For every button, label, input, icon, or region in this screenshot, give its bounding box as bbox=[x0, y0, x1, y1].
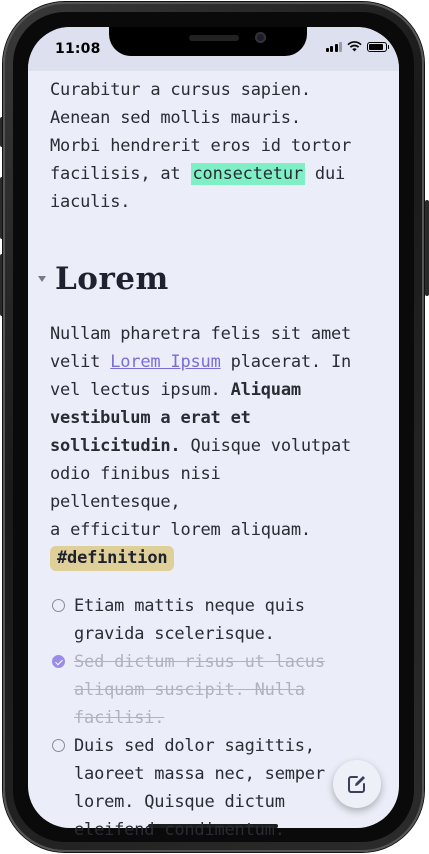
task-text: gravida scelerisque. bbox=[74, 624, 275, 644]
status-icons bbox=[325, 41, 389, 52]
intro-line: Morbi hendrerit eros id tortor bbox=[50, 136, 352, 156]
lorem-ipsum-link[interactable]: Lorem Ipsum bbox=[110, 352, 221, 372]
section-heading: Lorem bbox=[38, 258, 352, 300]
task-checkbox[interactable] bbox=[52, 739, 65, 752]
power-button bbox=[425, 200, 429, 296]
task-item: Duis sed dolor sagittis, laoreet massa n… bbox=[50, 732, 352, 844]
task-text: laoreet massa nec, semper bbox=[74, 764, 325, 784]
task-text-completed: aliquam suscipit. Nulla bbox=[74, 680, 305, 700]
heading-title: Lorem bbox=[55, 261, 169, 297]
body-paragraph: Nullam pharetra felis sit amet velit Lor… bbox=[50, 320, 352, 572]
task-text-completed: Sed dictum risus ut lacus bbox=[74, 652, 325, 672]
bold-text: sollicitudin. bbox=[50, 436, 181, 456]
collapse-triangle-icon[interactable] bbox=[38, 276, 46, 282]
intro-text: facilisis, at bbox=[50, 164, 191, 184]
task-text: Duis sed dolor sagittis, bbox=[74, 736, 315, 756]
intro-paragraph: Curabitur a cursus sapien. Aenean sed mo… bbox=[50, 76, 352, 216]
intro-text: iaculis. bbox=[50, 192, 131, 212]
front-camera bbox=[255, 32, 266, 43]
task-text: lorem. Quisque dictum bbox=[74, 792, 285, 812]
task-text-completed: facilisi. bbox=[74, 708, 165, 728]
body-line: odio finibus nisi pellentesque, bbox=[50, 464, 221, 512]
bold-text: vestibulum a erat et bbox=[50, 408, 251, 428]
bold-text: Aliquam bbox=[230, 380, 301, 400]
wifi-icon bbox=[347, 41, 362, 52]
task-text: Etiam mattis neque quis bbox=[74, 596, 305, 616]
body-line: a efficitur lorem aliquam. bbox=[50, 520, 311, 540]
body-text: Quisque volutpat bbox=[180, 436, 352, 456]
highlighted-text: consectetur bbox=[190, 163, 305, 185]
cellular-signal-icon bbox=[325, 41, 342, 52]
task-list: Etiam mattis neque quis gravida sceleris… bbox=[50, 592, 352, 844]
task-checkbox-checked[interactable] bbox=[52, 655, 65, 668]
notch bbox=[109, 27, 307, 56]
body-text: vel lectus ipsum. bbox=[50, 380, 231, 400]
intro-line: Aenean sed mollis mauris. bbox=[50, 108, 301, 128]
speaker-grille bbox=[189, 35, 239, 41]
task-item: Sed dictum risus ut lacus aliquam suscip… bbox=[50, 648, 352, 732]
intro-text: dui bbox=[304, 164, 346, 184]
body-text: velit bbox=[50, 352, 111, 372]
body-line: Nullam pharetra felis sit amet bbox=[50, 324, 352, 344]
task-text: eleifend condimentum. bbox=[74, 820, 285, 840]
note-content[interactable]: Curabitur a cursus sapien. Aenean sed mo… bbox=[38, 76, 352, 844]
task-checkbox[interactable] bbox=[52, 599, 65, 612]
intro-line: Curabitur a cursus sapien. bbox=[50, 80, 311, 100]
definition-tag[interactable]: #definition bbox=[50, 546, 175, 571]
task-item: Etiam mattis neque quis gravida sceleris… bbox=[50, 592, 352, 648]
body-text: placerat. In bbox=[220, 352, 352, 372]
battery-icon bbox=[367, 41, 389, 52]
status-time: 11:08 bbox=[55, 41, 101, 57]
